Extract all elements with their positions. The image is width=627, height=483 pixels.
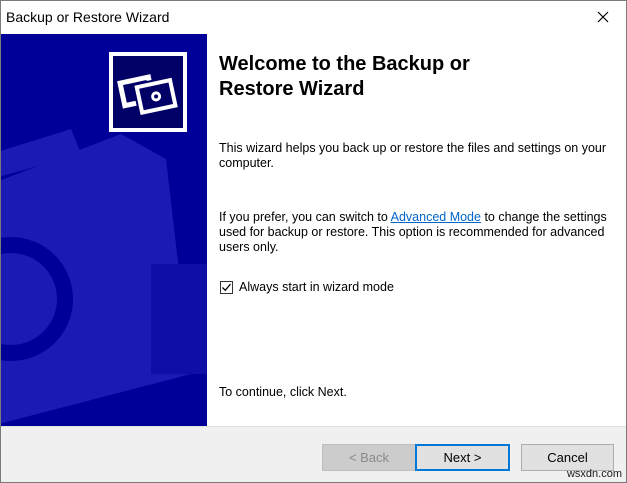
wizard-mode-checkbox[interactable] [220, 280, 233, 294]
back-button[interactable]: < Back [322, 444, 416, 471]
cancel-button[interactable]: Cancel [521, 444, 614, 471]
title-bar: Backup or Restore Wizard [1, 1, 626, 34]
window-title: Backup or Restore Wizard [6, 9, 170, 25]
intro-text: This wizard helps you back up or restore… [219, 141, 607, 170]
wizard-mode-label: Always start in wizard mode [239, 280, 394, 294]
advanced-mode-link[interactable]: Advanced Mode [391, 210, 481, 224]
page-title: Welcome to the Backup or Restore Wizard [219, 53, 470, 100]
wizard-mode-option[interactable]: Always start in wizard mode [220, 280, 394, 294]
close-icon [597, 11, 609, 23]
wizard-side-panel [1, 34, 207, 426]
continue-text: To continue, click Next. [219, 385, 347, 399]
button-bar: < Back Next > Cancel [1, 426, 626, 482]
backup-wizard-logo [109, 52, 187, 132]
wizard-window: Backup or Restore Wizard Welcome to the … [0, 0, 627, 483]
wizard-content: Welcome to the Backup or Restore Wizard … [207, 34, 626, 426]
next-button[interactable]: Next > [415, 444, 510, 471]
checkmark-icon [222, 283, 232, 291]
watermark: wsxdn.com [566, 468, 622, 480]
advanced-prefix: If you prefer, you can switch to [219, 210, 391, 224]
close-button[interactable] [580, 1, 626, 33]
advanced-mode-text: If you prefer, you can switch to Advance… [219, 210, 619, 255]
